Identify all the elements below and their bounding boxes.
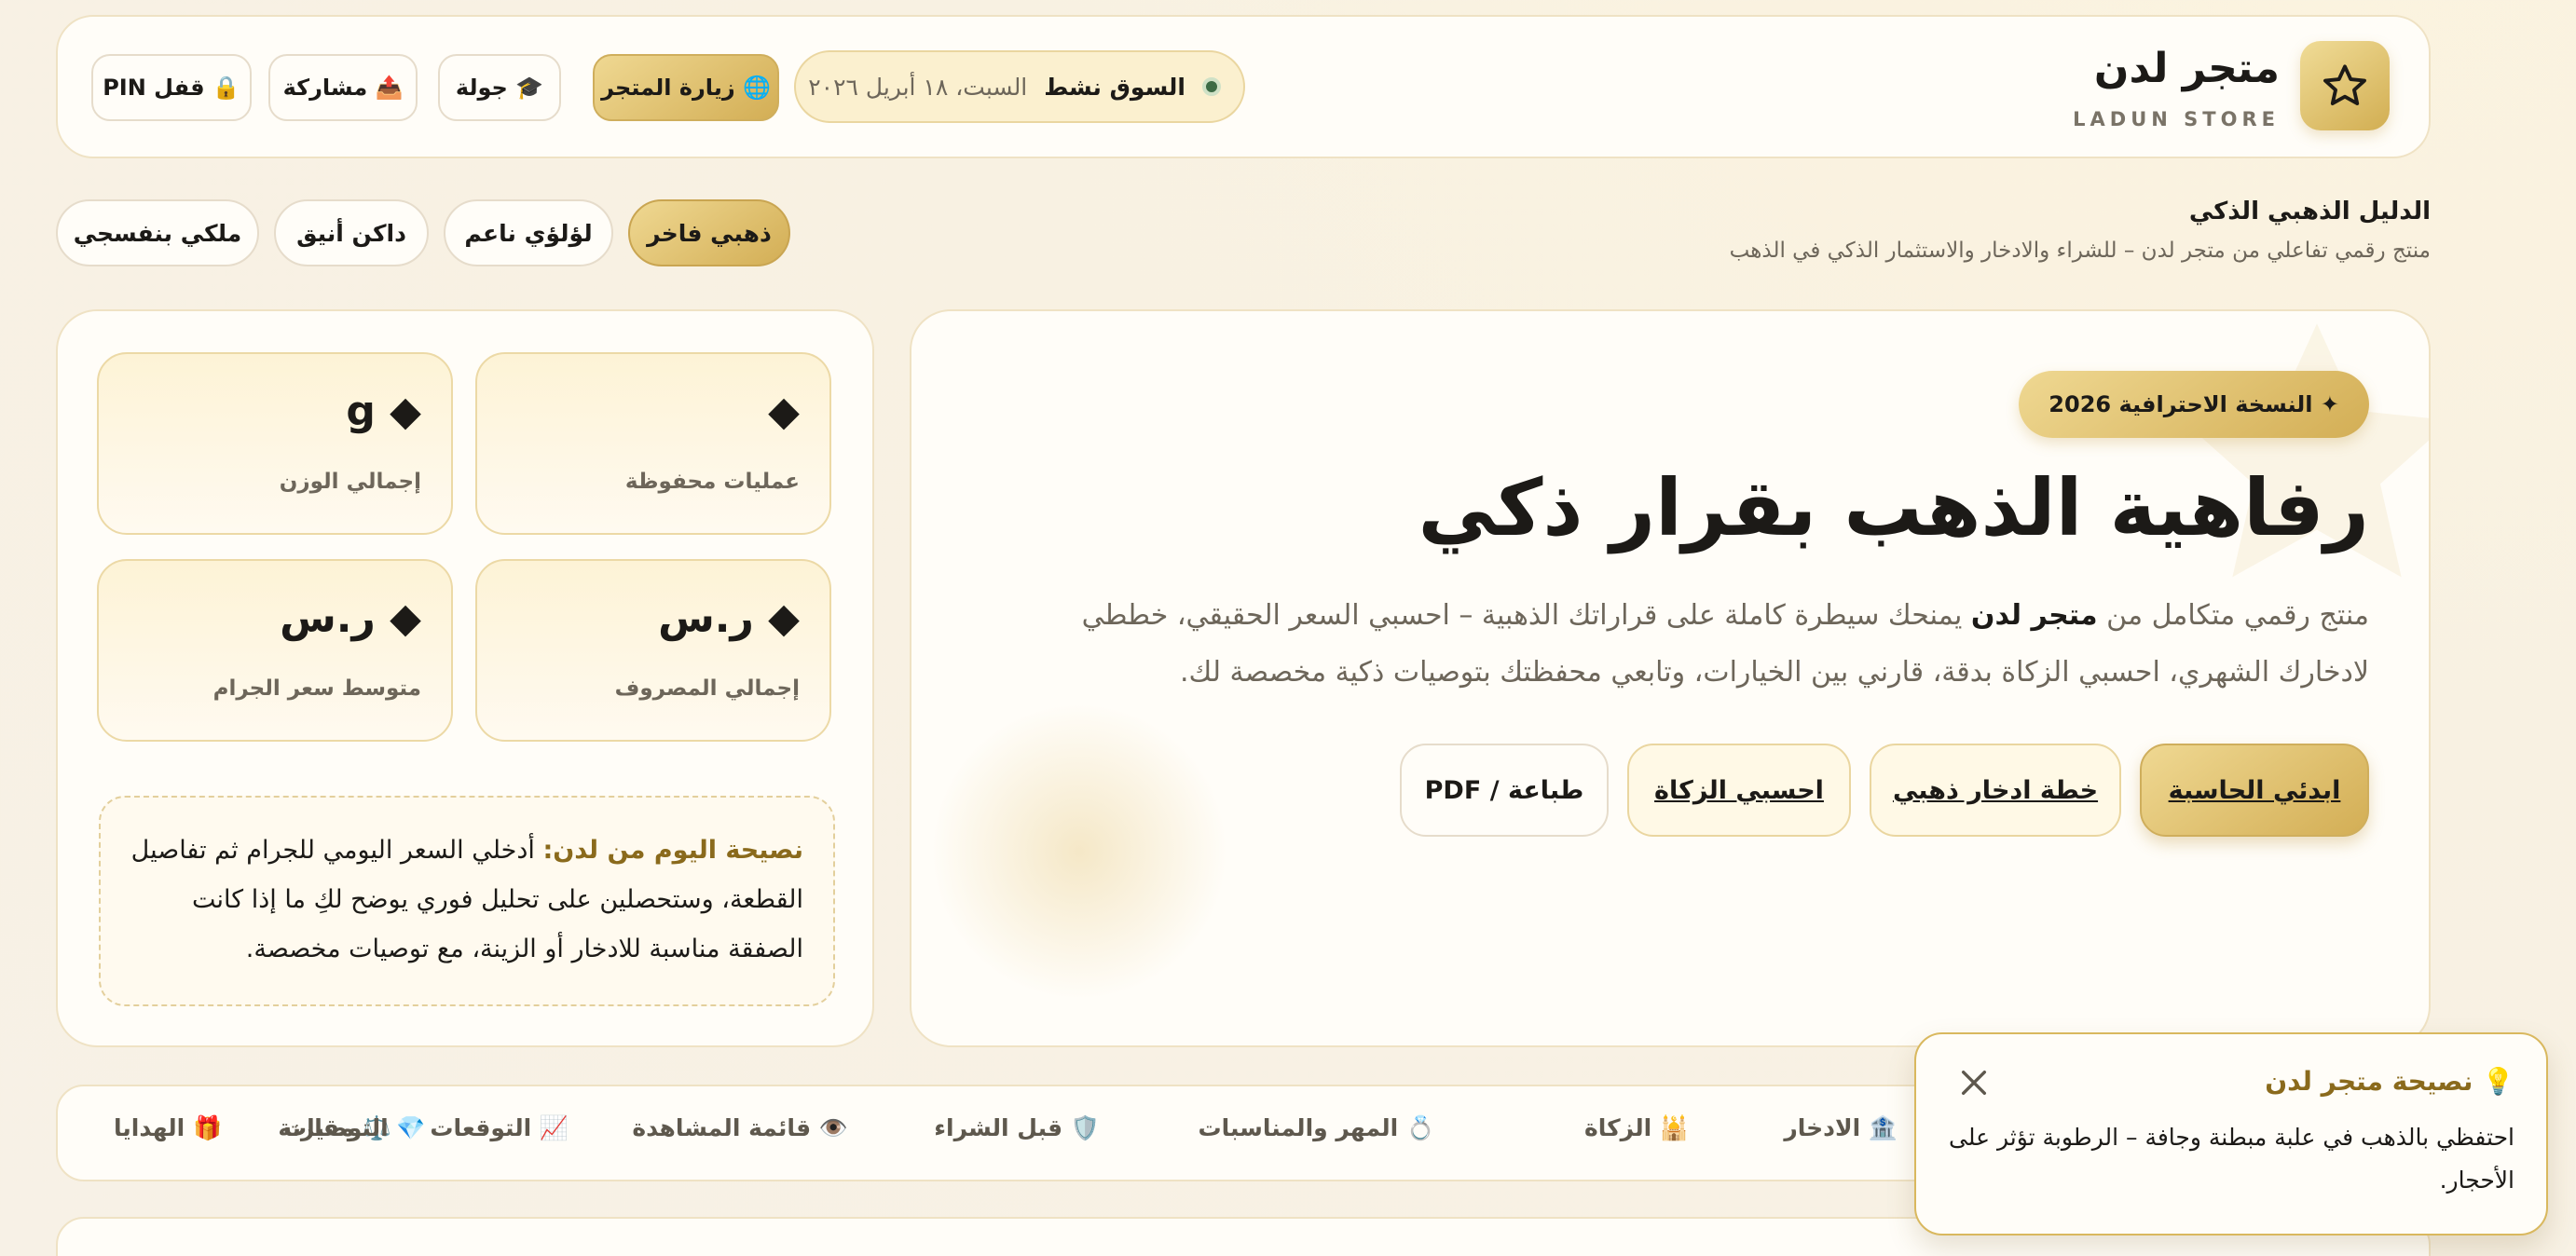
hero-title: رفاهية الذهب بقرار ذكي bbox=[1418, 462, 2369, 553]
stats-panel: ◆ عمليات محفوظة ◆ g إجمالي الوزن ◆ ر.س إ… bbox=[56, 309, 874, 1047]
daily-tip-box: نصيحة اليوم من لدن: أدخلي السعر اليومي ل… bbox=[99, 796, 835, 1006]
stat-label: إجمالي الوزن bbox=[279, 470, 421, 494]
hero-description: منتج رقمي متكامل من متجر لدن يمنحك سيطرة… bbox=[1046, 587, 2369, 701]
market-status-pill: السوق نشط السبت، ١٨ أبريل ٢٠٢٦ bbox=[794, 50, 1245, 123]
status-dot-icon bbox=[1202, 77, 1221, 96]
tour-button[interactable]: 🎓 جولة bbox=[438, 54, 561, 121]
pin-lock-button[interactable]: 🔒 قفل PIN bbox=[91, 54, 252, 121]
hero-desc-brand: متجر لدن bbox=[1970, 599, 2098, 632]
tip-label: نصيحة اليوم من لدن: bbox=[542, 836, 803, 865]
stat-value: ◆ g bbox=[346, 388, 421, 435]
stat-card-total-weight: ◆ g إجمالي الوزن bbox=[97, 352, 453, 535]
brand-subtitle: LADUN STORE bbox=[2073, 108, 2280, 130]
logo-badge bbox=[2300, 41, 2390, 130]
nav-tab-gifts[interactable]: 🎁 الهدايا bbox=[114, 1114, 222, 1142]
close-icon[interactable] bbox=[1953, 1062, 1994, 1103]
decorative-glow bbox=[930, 703, 1228, 1001]
nav-tab-watchlist[interactable]: 👁️ قائمة المشاهدة bbox=[632, 1114, 848, 1142]
nav-tab-before-buying[interactable]: 🛡️ قبل الشراء bbox=[934, 1114, 1100, 1142]
stat-label: عمليات محفوظة bbox=[624, 470, 800, 494]
nav-tab-savings[interactable]: 🏦 الادخار bbox=[1784, 1114, 1898, 1142]
hero-panel: ✦ النسخة الاحترافية 2026 رفاهية الذهب بق… bbox=[910, 309, 2431, 1047]
guide-title: الدليل الذهبي الذكي bbox=[2188, 198, 2431, 225]
stat-card-avg-price: ◆ ر.س متوسط سعر الجرام bbox=[97, 559, 453, 742]
start-calculator-button[interactable]: ابدئي الحاسبة bbox=[2140, 744, 2369, 837]
brand-name: متجر لدن bbox=[2093, 45, 2280, 92]
stat-value: ◆ bbox=[768, 388, 800, 435]
edition-badge: ✦ النسخة الاحترافية 2026 bbox=[2019, 371, 2369, 438]
stat-card-saved-ops: ◆ عمليات محفوظة bbox=[475, 352, 831, 535]
theme-gold-button[interactable]: ذهبي فاخر bbox=[628, 199, 790, 266]
top-header: متجر لدن LADUN STORE السوق نشط السبت، ١٨… bbox=[56, 15, 2431, 158]
stat-card-total-spent: ◆ ر.س إجمالي المصروف bbox=[475, 559, 831, 742]
visit-store-button[interactable]: 🌐 زيارة المتجر bbox=[593, 54, 779, 121]
tip-toast: 💡 نصيحة متجر لدن احتفظي بالذهب في علبة م… bbox=[1914, 1032, 2548, 1236]
nav-tab-recommendations[interactable]: 💎 التوصيات bbox=[283, 1114, 426, 1142]
theme-pearl-button[interactable]: لؤلؤي ناعم bbox=[444, 199, 613, 266]
stat-label: إجمالي المصروف bbox=[614, 676, 800, 701]
guide-subtitle: منتج رقمي تفاعلي من متجر لدن – للشراء وا… bbox=[1729, 239, 2431, 263]
theme-dark-button[interactable]: داكن أنيق bbox=[274, 199, 429, 266]
print-pdf-button[interactable]: طباعة / PDF bbox=[1400, 744, 1609, 837]
share-button[interactable]: 📤 مشاركة bbox=[268, 54, 418, 121]
stat-label: متوسط سعر الجرام bbox=[212, 676, 421, 701]
nav-tab-forecasts[interactable]: 📈 التوقعات bbox=[430, 1114, 569, 1142]
market-status: السوق نشط bbox=[1044, 73, 1185, 101]
stat-value: ◆ ر.س bbox=[280, 594, 421, 642]
hero-desc-pre: منتج رقمي متكامل من bbox=[2097, 599, 2369, 632]
star-icon bbox=[2323, 64, 2366, 106]
savings-plan-button[interactable]: خطة ادخار ذهبي bbox=[1870, 744, 2121, 837]
nav-tab-zakat[interactable]: 🕌 الزكاة bbox=[1584, 1114, 1689, 1142]
nav-tab-dowry[interactable]: 💍 المهر والمناسبات bbox=[1199, 1114, 1435, 1142]
toast-body: احتفظي بالذهب في علبة مبطنة وجافة – الرط… bbox=[1948, 1124, 2514, 1194]
star-watermark-icon bbox=[2183, 323, 2429, 578]
zakat-calculator-button[interactable]: احسبي الزكاة bbox=[1627, 744, 1851, 837]
stat-value: ◆ ر.س bbox=[658, 594, 800, 642]
market-date: السبت، ١٨ أبريل ٢٠٢٦ bbox=[808, 73, 1028, 101]
toast-title: 💡 نصيحة متجر لدن bbox=[2265, 1066, 2514, 1097]
theme-royal-button[interactable]: ملكي بنفسجي bbox=[56, 199, 259, 266]
